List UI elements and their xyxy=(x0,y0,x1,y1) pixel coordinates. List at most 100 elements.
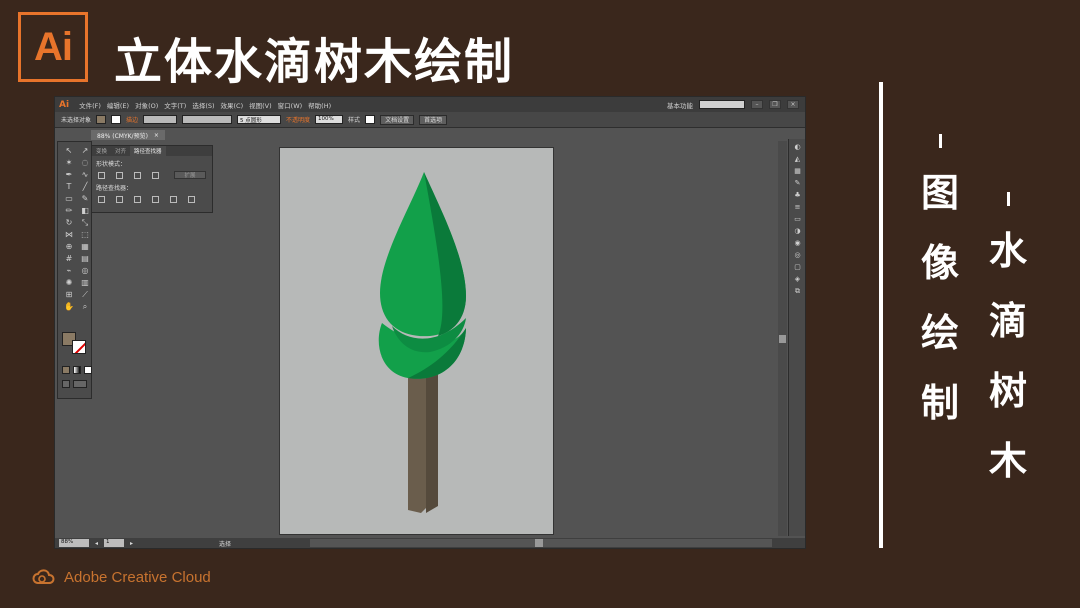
menu-help[interactable]: 帮助(H) xyxy=(308,100,331,110)
outline-icon[interactable] xyxy=(170,195,177,203)
close-window-button[interactable]: × xyxy=(787,100,799,109)
mesh-tool-icon[interactable]: # xyxy=(63,254,75,263)
magic-wand-tool-icon[interactable]: ✶ xyxy=(63,158,75,167)
exclude-icon[interactable] xyxy=(152,171,159,179)
direct-selection-tool-icon[interactable]: ↗ xyxy=(79,146,91,155)
gradient-mode-icon[interactable] xyxy=(73,366,81,374)
tree-illustration[interactable] xyxy=(280,148,555,536)
tab-pathfinder[interactable]: 路径查找器 xyxy=(130,146,166,156)
type-tool-icon[interactable]: T xyxy=(63,182,75,191)
color-mode-icon[interactable] xyxy=(62,366,70,374)
symbols-panel-icon[interactable]: ♣ xyxy=(793,191,803,199)
minus-front-icon[interactable] xyxy=(116,171,123,179)
draw-mode-icon[interactable] xyxy=(62,380,70,388)
stroke-panel-icon[interactable]: ≡ xyxy=(793,203,803,211)
artboard[interactable] xyxy=(279,147,554,535)
opacity-field[interactable]: 100% xyxy=(315,115,344,124)
help-search-input[interactable] xyxy=(699,100,745,109)
rotate-tool-icon[interactable]: ↻ xyxy=(63,218,75,227)
menu-select[interactable]: 选择(S) xyxy=(192,100,214,110)
swatches-panel-icon[interactable]: ▦ xyxy=(793,167,803,175)
layers-panel-icon[interactable]: ◈ xyxy=(793,275,803,283)
hand-tool-icon[interactable]: ✋ xyxy=(63,302,75,311)
curvature-tool-icon[interactable]: ∿ xyxy=(79,170,91,179)
workspace-switcher[interactable]: 基本功能 xyxy=(667,100,693,110)
shape-builder-tool-icon[interactable]: ⊕ xyxy=(63,242,75,251)
menu-edit[interactable]: 编辑(E) xyxy=(107,100,129,110)
horizontal-scrollbar[interactable] xyxy=(310,539,772,547)
next-artboard-icon[interactable]: ▸ xyxy=(130,540,133,547)
tab-align[interactable]: 对齐 xyxy=(111,147,130,155)
intersect-icon[interactable] xyxy=(134,171,141,179)
vertical-scrollbar[interactable] xyxy=(778,141,787,536)
perspective-grid-tool-icon[interactable]: ▦ xyxy=(79,242,91,251)
stroke-color-box[interactable] xyxy=(72,340,86,354)
opacity-label[interactable]: 不透明度 xyxy=(286,115,310,124)
document-tab[interactable]: 88% (CMYK/预览) × xyxy=(91,130,165,140)
menu-object[interactable]: 对象(O) xyxy=(135,100,158,110)
minimize-button[interactable]: – xyxy=(751,100,763,109)
document-setup-button[interactable]: 文档设置 xyxy=(380,114,415,125)
eraser-tool-icon[interactable]: ◧ xyxy=(79,206,91,215)
artboards-panel-icon[interactable]: ▢ xyxy=(793,263,803,271)
color-panel-icon[interactable]: ◐ xyxy=(793,143,803,151)
graphic-styles-icon[interactable]: ◎ xyxy=(793,251,803,259)
line-tool-icon[interactable]: ╱ xyxy=(79,182,91,191)
free-transform-tool-icon[interactable]: ⬚ xyxy=(79,230,91,239)
symbol-sprayer-tool-icon[interactable]: ✺ xyxy=(63,278,75,287)
menu-effect[interactable]: 效果(C) xyxy=(221,100,244,110)
stroke-label[interactable]: 描边 xyxy=(126,115,138,124)
trim-icon[interactable] xyxy=(116,195,123,203)
illustrator-logo: Ai xyxy=(18,12,88,82)
brushes-panel-icon[interactable]: ✎ xyxy=(793,179,803,187)
stroke-weight-field[interactable] xyxy=(143,115,178,124)
paintbrush-tool-icon[interactable]: ✎ xyxy=(79,194,91,203)
eyedropper-tool-icon[interactable]: ⌁ xyxy=(63,266,75,275)
style-swatch[interactable] xyxy=(365,115,376,124)
screen-mode-icon[interactable] xyxy=(73,380,87,388)
merge-icon[interactable] xyxy=(134,195,141,203)
horizontal-scroll-thumb[interactable] xyxy=(535,539,543,547)
lasso-tool-icon[interactable]: ◌ xyxy=(79,158,91,167)
restore-button[interactable]: ❐ xyxy=(769,100,781,109)
artboard-tool-icon[interactable]: ⊞ xyxy=(63,290,75,299)
unite-icon[interactable] xyxy=(98,171,105,179)
slice-tool-icon[interactable]: ⟋ xyxy=(79,290,91,299)
fill-swatch[interactable] xyxy=(96,115,107,124)
color-guide-icon[interactable]: ◭ xyxy=(793,155,803,163)
gradient-panel-icon[interactable]: ▭ xyxy=(793,215,803,223)
selection-tool-icon[interactable]: ↖ xyxy=(63,146,75,155)
gradient-tool-icon[interactable]: ▤ xyxy=(79,254,91,263)
close-tab-icon[interactable]: × xyxy=(154,132,159,139)
artboard-number-field[interactable]: 1 xyxy=(104,539,125,547)
expand-button[interactable]: 扩展 xyxy=(174,171,206,179)
rectangle-tool-icon[interactable]: ▭ xyxy=(63,194,75,203)
crop-icon[interactable] xyxy=(152,195,159,203)
stroke-swatch[interactable] xyxy=(111,115,122,124)
prev-artboard-icon[interactable]: ◂ xyxy=(95,540,98,547)
tab-transform[interactable]: 变换 xyxy=(92,147,111,155)
scale-tool-icon[interactable]: ⤡ xyxy=(79,218,91,227)
menu-window[interactable]: 窗口(W) xyxy=(278,100,303,110)
menu-type[interactable]: 文字(T) xyxy=(164,100,186,110)
transparency-panel-icon[interactable]: ◑ xyxy=(793,227,803,235)
column-graph-tool-icon[interactable]: ▥ xyxy=(79,278,91,287)
zoom-tool-icon[interactable]: ⌕ xyxy=(79,302,91,311)
divide-icon[interactable] xyxy=(98,195,105,203)
blend-tool-icon[interactable]: ◎ xyxy=(79,266,91,275)
vertical-scroll-thumb[interactable] xyxy=(779,335,786,343)
none-mode-icon[interactable] xyxy=(84,366,92,374)
pencil-tool-icon[interactable]: ✏ xyxy=(63,206,75,215)
links-panel-icon[interactable]: ⧉ xyxy=(793,287,803,295)
menu-file[interactable]: 文件(F) xyxy=(79,100,101,110)
pen-tool-icon[interactable]: ✒ xyxy=(63,170,75,179)
variable-width-field[interactable] xyxy=(182,115,233,124)
zoom-field[interactable]: 88% xyxy=(59,539,89,547)
minus-back-icon[interactable] xyxy=(188,195,195,203)
width-tool-icon[interactable]: ⋈ xyxy=(63,230,75,239)
pathfinders-row xyxy=(92,194,212,204)
brush-field[interactable]: 5 点圆形 xyxy=(237,115,282,124)
menu-view[interactable]: 视图(V) xyxy=(249,100,272,110)
appearance-panel-icon[interactable]: ◉ xyxy=(793,239,803,247)
preferences-button[interactable]: 首选项 xyxy=(419,114,448,125)
